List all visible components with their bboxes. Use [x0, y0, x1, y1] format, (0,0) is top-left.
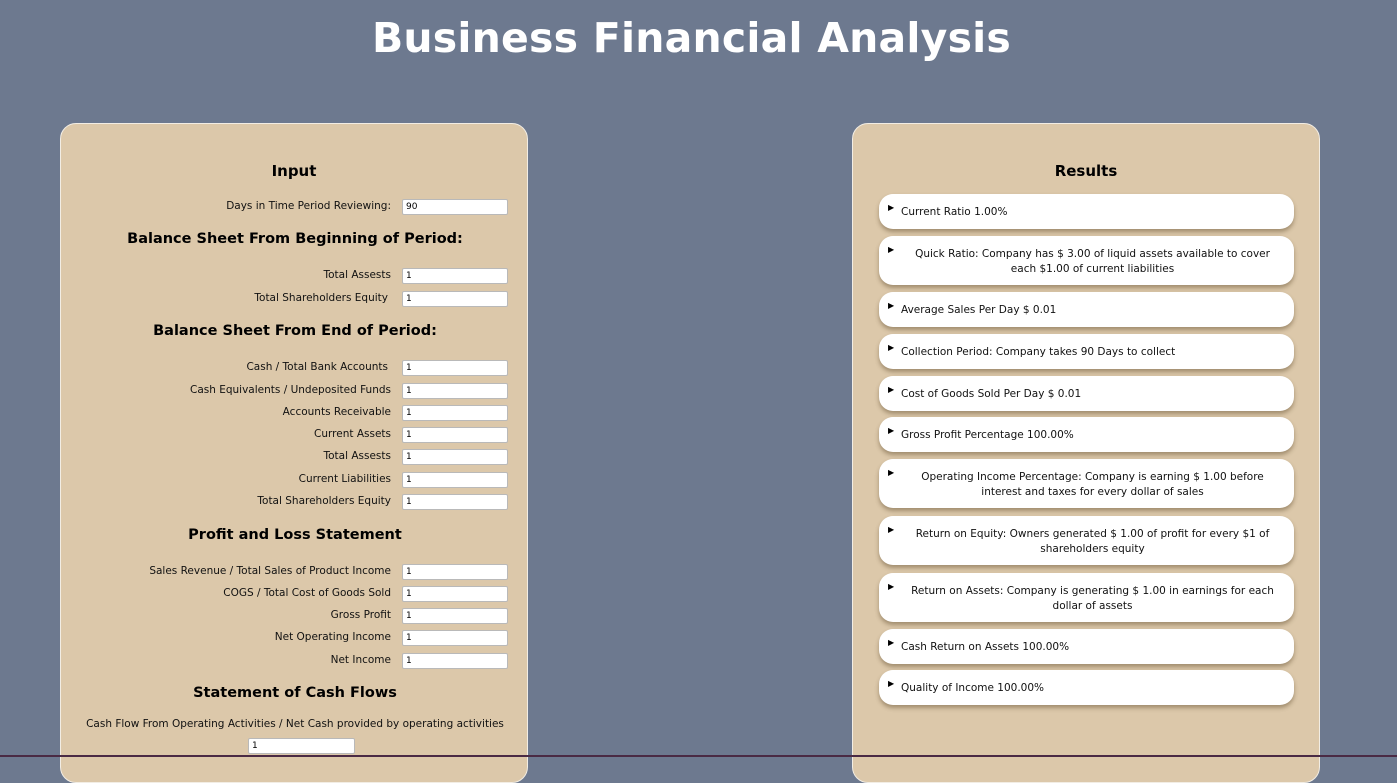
result-quality-of-income[interactable]: ▶ Quality of Income 100.00%: [879, 670, 1294, 705]
result-text: Quality of Income 100.00%: [901, 682, 1045, 694]
days-label: Days in Time Period Reviewing:: [226, 200, 391, 212]
beginning-heading: Balance Sheet From Beginning of Period:: [127, 231, 463, 247]
operating-cashflow-input[interactable]: [248, 738, 355, 754]
result-text: Cash Return on Assets 100.00%: [901, 641, 1070, 653]
cogs-row: COGS / Total Cost of Goods Sold: [61, 586, 529, 602]
expand-triangle-icon: ▶: [888, 385, 895, 394]
cogs-label: COGS / Total Cost of Goods Sold: [223, 587, 391, 599]
sales-input[interactable]: [402, 564, 508, 580]
gross-profit-label: Gross Profit: [330, 609, 391, 621]
begin-total-assets-row: Total Assests: [61, 268, 529, 284]
expand-triangle-icon: ▶: [888, 468, 895, 477]
begin-total-assets-label: Total Assests: [323, 269, 391, 281]
cash-equiv-input[interactable]: [402, 383, 508, 399]
current-assets-row: Current Assets: [61, 427, 529, 443]
begin-total-equity-row: Total Shareholders Equity: [61, 291, 529, 307]
end-total-assets-label: Total Assests: [323, 450, 391, 462]
end-total-assets-row: Total Assests: [61, 449, 529, 465]
net-operating-row: Net Operating Income: [61, 630, 529, 646]
input-panel: Input Days in Time Period Reviewing: Bal…: [60, 123, 528, 783]
current-assets-input[interactable]: [402, 427, 508, 443]
result-return-on-assets[interactable]: ▶ Return on Assets: Company is generatin…: [879, 573, 1294, 622]
cash-equiv-row: Cash Equivalents / Undeposited Funds: [61, 383, 529, 399]
result-gross-profit[interactable]: ▶ Gross Profit Percentage 100.00%: [879, 417, 1294, 452]
expand-triangle-icon: ▶: [888, 582, 895, 591]
begin-total-equity-label: Total Shareholders Equity: [254, 292, 388, 304]
end-total-assets-input[interactable]: [402, 449, 508, 465]
end-heading: Balance Sheet From End of Period:: [153, 323, 437, 339]
results-heading: Results: [1054, 162, 1118, 180]
net-operating-label: Net Operating Income: [274, 631, 391, 643]
result-text: Return on Equity: Owners generated $ 1.0…: [915, 528, 1270, 555]
result-text: Current Ratio 1.00%: [901, 206, 1008, 218]
current-liabilities-input[interactable]: [402, 472, 508, 488]
net-income-input[interactable]: [402, 653, 508, 669]
pl-heading: Profit and Loss Statement: [188, 527, 402, 543]
result-text: Quick Ratio: Company has $ 3.00 of liqui…: [915, 248, 1270, 275]
page-title: Business Financial Analysis: [371, 14, 1012, 62]
expand-triangle-icon: ▶: [888, 679, 895, 688]
result-average-sales[interactable]: ▶ Average Sales Per Day $ 0.01: [879, 292, 1294, 327]
end-total-equity-label: Total Shareholders Equity: [257, 495, 391, 507]
result-current-ratio[interactable]: ▶ Current Ratio 1.00%: [879, 194, 1294, 229]
end-total-equity-row: Total Shareholders Equity: [61, 494, 529, 510]
result-text: Average Sales Per Day $ 0.01: [901, 304, 1057, 316]
result-text: Cost of Goods Sold Per Day $ 0.01: [901, 388, 1082, 400]
expand-triangle-icon: ▶: [888, 203, 895, 212]
expand-triangle-icon: ▶: [888, 525, 895, 534]
begin-total-equity-input[interactable]: [402, 291, 508, 307]
gross-profit-row: Gross Profit: [61, 608, 529, 624]
cash-label: Cash / Total Bank Accounts: [246, 361, 388, 373]
result-operating-income[interactable]: ▶ Operating Income Percentage: Company i…: [879, 459, 1294, 508]
result-return-on-equity[interactable]: ▶ Return on Equity: Owners generated $ 1…: [879, 516, 1294, 565]
expand-triangle-icon: ▶: [888, 245, 895, 254]
gross-profit-input[interactable]: [402, 608, 508, 624]
current-assets-label: Current Assets: [314, 428, 391, 440]
receivable-input[interactable]: [402, 405, 508, 421]
expand-triangle-icon: ▶: [888, 638, 895, 647]
end-total-equity-input[interactable]: [402, 494, 508, 510]
expand-triangle-icon: ▶: [888, 426, 895, 435]
operating-cashflow-label: Cash Flow From Operating Activities / Ne…: [86, 718, 504, 730]
input-heading: Input: [271, 162, 317, 180]
receivable-row: Accounts Receivable: [61, 405, 529, 421]
current-liabilities-label: Current Liabilities: [298, 473, 391, 485]
days-input[interactable]: [402, 199, 508, 215]
expand-triangle-icon: ▶: [888, 343, 895, 352]
result-quick-ratio[interactable]: ▶ Quick Ratio: Company has $ 3.00 of liq…: [879, 236, 1294, 285]
cash-equiv-label: Cash Equivalents / Undeposited Funds: [189, 384, 391, 396]
result-text: Collection Period: Company takes 90 Days…: [901, 346, 1176, 358]
net-income-row: Net Income: [61, 653, 529, 669]
sales-row: Sales Revenue / Total Sales of Product I…: [61, 564, 529, 580]
result-cash-return[interactable]: ▶ Cash Return on Assets 100.00%: [879, 629, 1294, 664]
net-income-label: Net Income: [330, 654, 391, 666]
net-operating-input[interactable]: [402, 630, 508, 646]
receivable-label: Accounts Receivable: [282, 406, 391, 418]
begin-total-assets-input[interactable]: [402, 268, 508, 284]
expand-triangle-icon: ▶: [888, 301, 895, 310]
result-text: Return on Assets: Company is generating …: [911, 585, 1274, 612]
result-text: Operating Income Percentage: Company is …: [921, 471, 1264, 498]
cogs-input[interactable]: [402, 586, 508, 602]
cashflows-heading: Statement of Cash Flows: [193, 685, 397, 701]
cash-row: Cash / Total Bank Accounts: [61, 360, 529, 376]
result-cogs-per-day[interactable]: ▶ Cost of Goods Sold Per Day $ 0.01: [879, 376, 1294, 411]
days-row: Days in Time Period Reviewing:: [61, 199, 529, 215]
sales-label: Sales Revenue / Total Sales of Product I…: [149, 565, 391, 577]
cash-input[interactable]: [402, 360, 508, 376]
current-liabilities-row: Current Liabilities: [61, 472, 529, 488]
results-panel: Results ▶ Current Ratio 1.00% ▶ Quick Ra…: [852, 123, 1320, 783]
result-collection-period[interactable]: ▶ Collection Period: Company takes 90 Da…: [879, 334, 1294, 369]
result-text: Gross Profit Percentage 100.00%: [901, 429, 1074, 441]
